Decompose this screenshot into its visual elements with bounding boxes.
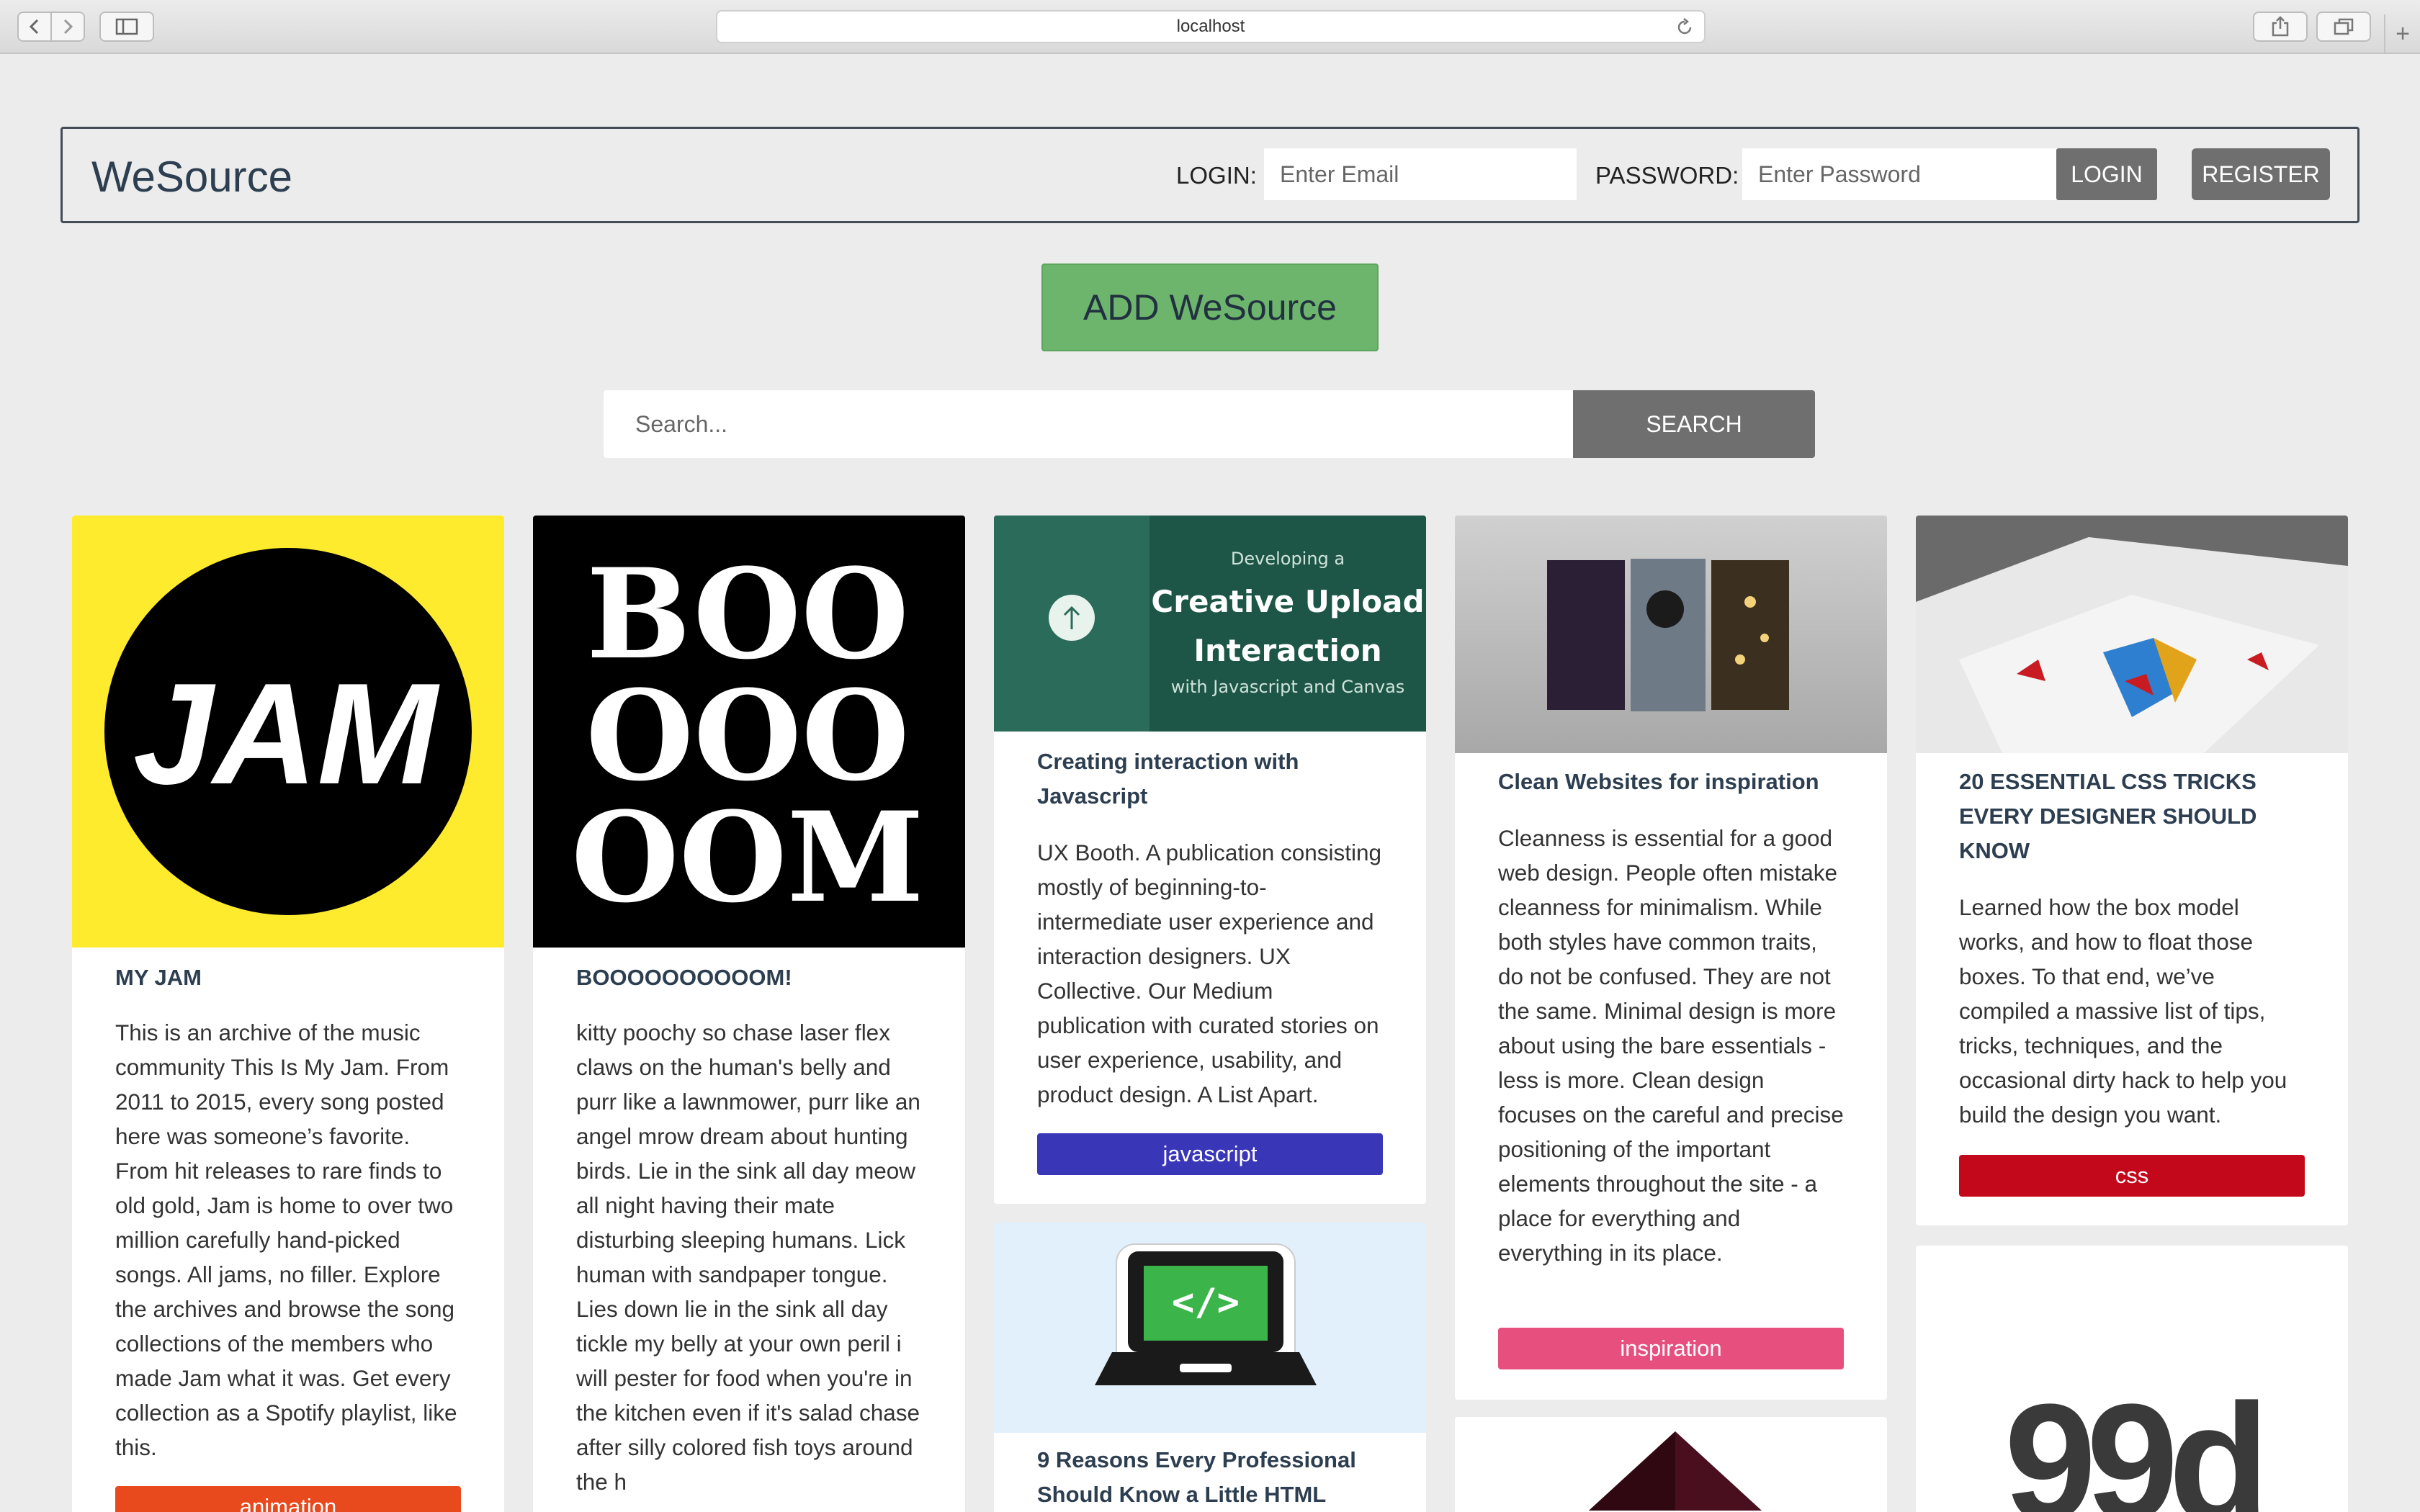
plus-icon: + — [2396, 20, 2410, 48]
upload-small-text: Developing a — [1231, 549, 1345, 569]
site-brand[interactable]: WeSource — [91, 152, 292, 202]
card-image-boom: BOO OOO OOM — [533, 516, 965, 948]
card-description: Cleanness is essential for a good web de… — [1498, 825, 1844, 1266]
email-input[interactable] — [1264, 148, 1577, 200]
code-symbol: </> — [1172, 1281, 1240, 1324]
resource-card[interactable]: BOO OOO OOM BOOOOOOOOOOM! kitty poochy s… — [533, 516, 965, 1512]
card-title-line: Should Know a Little HTML — [1037, 1482, 1327, 1507]
upload-sub-text: with Javascript and Canvas — [1171, 677, 1405, 697]
tabs-icon — [2334, 18, 2354, 35]
99d-logo-text: 99d — [2004, 1369, 2259, 1512]
resource-card[interactable]: Clean Websites for inspiration Cleanness… — [1455, 516, 1887, 1400]
search-button[interactable]: SEARCH — [1573, 390, 1815, 458]
resource-card[interactable]: JAM MY JAM This is an archive of the mus… — [72, 516, 504, 1512]
resource-card[interactable]: Developing a Creative Upload Interaction… — [994, 516, 1426, 1204]
url-text: localhost — [1176, 17, 1245, 36]
history-nav — [17, 12, 85, 42]
card-image-clean — [1455, 516, 1887, 753]
address-bar[interactable]: localhost — [716, 10, 1706, 43]
back-button[interactable] — [19, 13, 52, 40]
card-title[interactable]: Clean Websites for inspiration — [1498, 765, 1819, 799]
card-title-line: Creating interaction with — [1037, 749, 1299, 774]
back-icon — [29, 19, 39, 35]
tag-badge[interactable]: javascript — [1037, 1133, 1383, 1175]
card-title[interactable]: 20 ESSENTIAL CSS TRICKS EVERY DESIGNER S… — [1959, 765, 2257, 868]
card-description: This is an archive of the music communit… — [115, 1020, 457, 1460]
jam-logo-text: JAM — [133, 654, 441, 814]
card-image-html: </> — [994, 1223, 1426, 1433]
register-button[interactable]: REGISTER — [2192, 148, 2330, 200]
resource-card[interactable]: </> 9 Reasons Every Professional Should … — [994, 1223, 1426, 1512]
reload-icon[interactable] — [1675, 18, 1694, 37]
card-title-line: EVERY DESIGNER SHOULD — [1959, 804, 2257, 829]
share-button[interactable] — [2253, 12, 2308, 42]
forward-icon — [63, 19, 73, 35]
browser-toolbar: localhost + — [0, 0, 2420, 54]
card-description: UX Booth. A publication consisting mostl… — [1037, 840, 1382, 1107]
card-title[interactable]: Creating interaction with Javascript — [1037, 744, 1299, 814]
sidebar-icon — [115, 18, 138, 35]
site-header: WeSource LOGIN: PASSWORD: LOGIN REGISTER — [60, 127, 2360, 223]
card-title-line: 9 Reasons Every Professional — [1037, 1447, 1356, 1472]
boom-line-3: OOM — [571, 784, 924, 930]
login-button[interactable]: LOGIN — [2056, 148, 2157, 200]
resource-card[interactable] — [1455, 1417, 1887, 1512]
card-title[interactable]: 9 Reasons Every Professional Should Know… — [1037, 1443, 1356, 1512]
card-title-line: 20 ESSENTIAL CSS TRICKS — [1959, 769, 2257, 794]
new-tab-button[interactable]: + — [2384, 14, 2420, 54]
share-icon — [2272, 16, 2289, 37]
card-image-99designs: 99d — [1916, 1246, 2348, 1512]
card-title-line: KNOW — [1959, 838, 2030, 863]
card-image-cards — [1916, 516, 2348, 753]
card-description: kitty poochy so chase laser flex claws o… — [576, 1020, 920, 1495]
login-label: LOGIN: — [1176, 162, 1257, 189]
password-label: PASSWORD: — [1595, 162, 1739, 189]
sidebar-toggle-button[interactable] — [99, 12, 154, 42]
tabs-overview-button[interactable] — [2316, 12, 2371, 42]
tag-badge[interactable]: inspiration — [1498, 1328, 1844, 1369]
tag-badge[interactable]: css — [1959, 1155, 2305, 1197]
forward-button[interactable] — [52, 13, 84, 40]
password-input[interactable] — [1742, 148, 2066, 200]
card-description: Learned how the box model works, and how… — [1959, 894, 2287, 1128]
card-image-jam: JAM — [72, 516, 504, 948]
card-title[interactable]: MY JAM — [115, 960, 202, 995]
add-wesource-button[interactable]: ADD WeSource — [1041, 264, 1379, 351]
search-input[interactable] — [604, 390, 1573, 458]
tag-badge[interactable]: animation — [115, 1486, 461, 1512]
upload-big-text-1: Creative Upload — [1151, 584, 1424, 619]
card-title[interactable]: BOOOOOOOOOOM! — [576, 960, 792, 995]
card-image-triangle — [1455, 1417, 1887, 1512]
upload-big-text-2: Interaction — [1193, 633, 1381, 668]
resource-card[interactable]: 99d — [1916, 1246, 2348, 1512]
card-image-upload: Developing a Creative Upload Interaction… — [994, 516, 1426, 732]
resource-card[interactable]: 20 ESSENTIAL CSS TRICKS EVERY DESIGNER S… — [1916, 516, 2348, 1225]
card-title-line: Javascript — [1037, 783, 1148, 809]
